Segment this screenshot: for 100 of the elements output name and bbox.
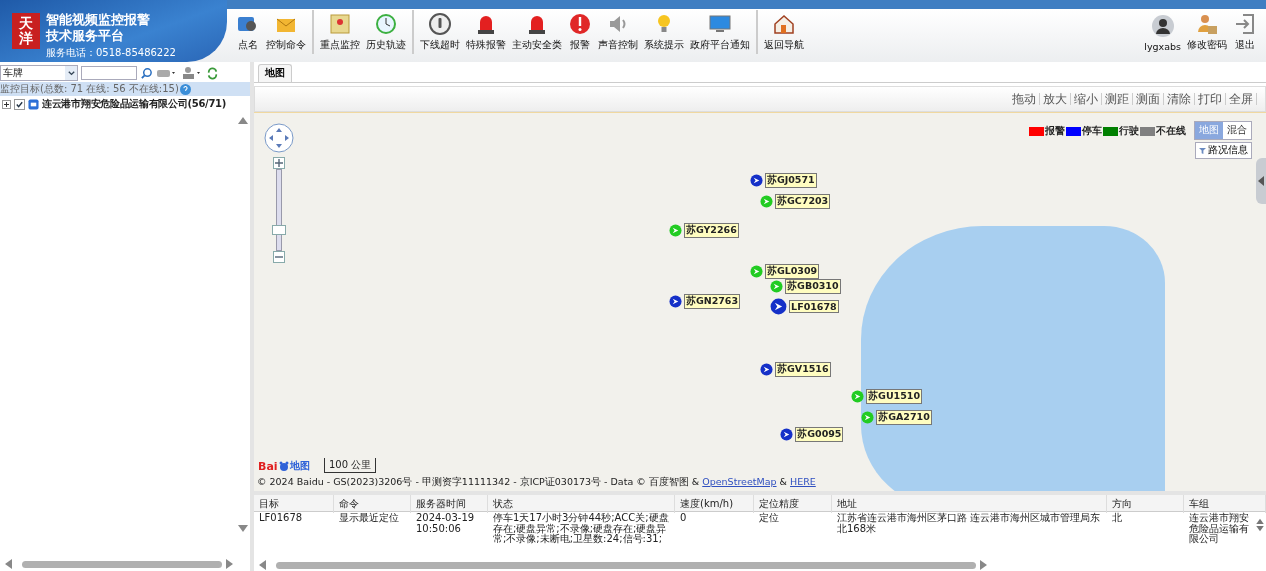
refresh-icon[interactable] [206, 66, 219, 80]
vehicle-marker-icon[interactable] [760, 363, 773, 377]
power-icon [428, 12, 452, 36]
scrollbar-thumb[interactable] [22, 560, 222, 568]
help-icon[interactable] [179, 83, 191, 95]
map-tool-button[interactable]: 测面 [1133, 91, 1163, 107]
vehicle-label[interactable]: 苏G0095 [795, 426, 844, 442]
toolbar-button[interactable]: 特殊报警 [463, 12, 509, 52]
avatar-icon [1150, 14, 1175, 38]
column-header[interactable]: 方向 [1107, 495, 1184, 513]
map-tool-button[interactable]: 打印 [1195, 91, 1225, 107]
vehicle-marker-icon[interactable] [780, 427, 794, 441]
zoom-in-button[interactable] [273, 157, 285, 169]
toolbar-button[interactable]: 返回导航 [761, 12, 807, 52]
vehicle-marker-icon[interactable] [668, 223, 682, 237]
column-header[interactable]: 服务器时间 [411, 495, 488, 513]
vehicle-marker-icon[interactable] [760, 195, 773, 209]
map-tool-button[interactable]: 清除 [1164, 91, 1194, 107]
legend-label: 报警 [1045, 125, 1065, 138]
group-icon [28, 98, 39, 110]
user-menu-button[interactable]: lygxabs [1141, 14, 1184, 52]
map-tool-button[interactable]: 测距 [1102, 91, 1132, 107]
map-type-button[interactable]: 混合 [1223, 122, 1251, 139]
map-logo: Bai 地图 [258, 459, 310, 473]
vehicle-marker-icon[interactable] [770, 280, 784, 294]
toolbar-button[interactable]: 重点监控 [317, 12, 363, 52]
toolbar-button[interactable]: 控制命令 [263, 12, 309, 52]
table-cell-text: 定位 [758, 512, 780, 525]
column-header[interactable]: 速度(km/h) [675, 495, 754, 513]
person-dropdown-icon[interactable] [181, 66, 203, 80]
clock-icon [374, 12, 398, 36]
search-icon[interactable] [140, 66, 153, 80]
map-tool-button[interactable]: 全屏 [1226, 91, 1256, 107]
panel-collapse-button[interactable] [1256, 158, 1266, 204]
vehicle-label[interactable]: 苏GJ0571 [764, 173, 817, 189]
traffic-button[interactable]: 路况信息 [1195, 142, 1252, 159]
vehicle-marker-icon[interactable] [851, 389, 865, 403]
toolbar-button[interactable]: 报警 [565, 12, 595, 52]
tree-checkbox[interactable] [14, 98, 25, 110]
vehicle-label[interactable]: 苏GV1516 [775, 362, 831, 378]
vehicle-marker-icon[interactable] [770, 298, 788, 316]
home-icon [772, 12, 796, 36]
zoom-slider-handle[interactable] [272, 225, 286, 235]
toolbar-button[interactable]: 下线超时 [417, 12, 463, 52]
table-cell-text: 2024-03-19 10:50:06 [415, 512, 476, 536]
user-menu-button[interactable]: 退出 [1230, 12, 1260, 52]
legend-label: 不在线 [1156, 125, 1186, 138]
logout-icon [1233, 12, 1257, 36]
vehicle-label[interactable]: LF01678 [789, 300, 839, 314]
column-header[interactable]: 车组 [1184, 495, 1266, 513]
scroll-right-icon[interactable] [226, 559, 234, 569]
filter-select[interactable]: 车牌 [0, 65, 78, 81]
map-pan-control[interactable] [264, 123, 294, 153]
toolbar-button[interactable]: 历史轨迹 [363, 12, 409, 52]
search-field[interactable] [81, 66, 137, 80]
zoom-out-button[interactable] [273, 251, 285, 263]
scroll-left-icon[interactable] [4, 559, 12, 569]
vehicle-marker-icon[interactable] [861, 410, 875, 424]
column-header[interactable]: 定位精度 [754, 495, 832, 513]
column-header[interactable]: 状态 [488, 495, 675, 513]
column-header[interactable]: 地址 [832, 495, 1107, 513]
map-data-link[interactable]: HERE [790, 476, 816, 487]
vehicle-marker-icon[interactable] [668, 295, 682, 309]
table-cell-text: 江苏省连云港市海州区茅口路 连云港市海州区城市管理局东北168米 [836, 512, 1102, 536]
map-attribution: © 2024 Baidu - GS(2023)3206号 - 甲测资字11111342 - 京ICP证030173号 - Data © 百度智图 & [257, 476, 700, 487]
map-tab[interactable]: 地图 [258, 64, 292, 82]
platform-title: 智能视频监控报警 [46, 11, 150, 28]
vehicle-label[interactable]: 苏GB0310 [785, 279, 841, 295]
vehicle-label[interactable]: 苏GL0309 [764, 264, 820, 280]
toolbar-button[interactable]: 主动安全类 [509, 12, 565, 52]
table-cell-text: 0 [679, 512, 688, 525]
table-cell-text: 显示最近定位 [338, 512, 400, 525]
toolbar-button[interactable]: 系统提示 [641, 12, 687, 52]
scroll-right-icon[interactable] [980, 560, 988, 570]
scrollbar-thumb[interactable] [276, 561, 976, 569]
plus-icon [275, 159, 283, 167]
expand-toggle-icon[interactable] [2, 99, 11, 109]
vehicle-marker-icon[interactable] [749, 174, 763, 188]
column-header[interactable]: 命令 [334, 495, 411, 513]
toolbar-button[interactable]: 点名 [233, 12, 263, 52]
vehicle-marker-icon[interactable] [749, 265, 763, 279]
user-menu-button[interactable]: 修改密码 [1184, 12, 1230, 52]
toolbar-button[interactable]: 声音控制 [595, 12, 641, 52]
scroll-up-icon[interactable] [1256, 518, 1264, 524]
scroll-left-icon[interactable] [258, 560, 266, 570]
map-tool-button[interactable]: 拖动 [1009, 91, 1039, 107]
scroll-down-icon[interactable] [238, 525, 248, 533]
scroll-down-icon[interactable] [1256, 526, 1264, 532]
map-tool-button[interactable]: 放大 [1040, 91, 1070, 107]
vehicle-label[interactable]: 苏GY2266 [683, 222, 739, 238]
column-header[interactable]: 目标 [254, 495, 334, 513]
vehicle-label[interactable]: 苏GC7203 [775, 194, 831, 210]
vehicle-label[interactable]: 苏GN2763 [683, 294, 741, 310]
scroll-up-icon[interactable] [238, 116, 248, 124]
map-data-link[interactable]: OpenStreetMap [702, 476, 777, 487]
table-cell-text: 停车1天17小时3分钟44秒;ACC关;硬盘存在;硬盘异常;不录像;硬盘存在;硬盘异常;不录像;未断电;卫星数:24;信号:31; [492, 512, 670, 546]
tree-item[interactable]: 连云港市翔安危险品运输有限公司(56/71) [42, 97, 227, 111]
pan-arrows-icon [264, 123, 294, 153]
toolbar-button[interactable]: 政府平台通知 [687, 12, 753, 52]
map-tool-button[interactable]: 缩小 [1071, 91, 1101, 107]
